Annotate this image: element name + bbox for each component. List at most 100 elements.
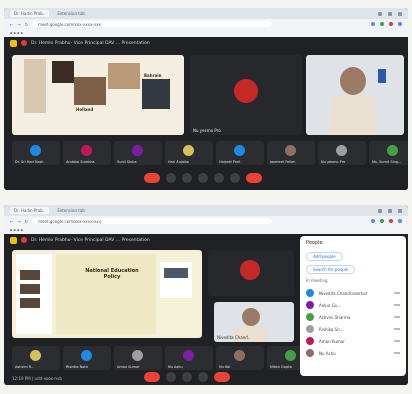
presentation-tile[interactable]: National Education Policy [12, 250, 202, 338]
mic-off-icon[interactable] [144, 372, 160, 382]
participant-tile[interactable]: Hari Anjaliw [165, 141, 213, 165]
meet-logo-icon [10, 236, 17, 244]
flag-decoration [378, 69, 386, 83]
forward-icon[interactable]: → [17, 22, 20, 27]
url-field[interactable]: meet.google.com/xxx-xxxx-xxx [32, 218, 273, 224]
panel-actions: Add people [300, 250, 406, 263]
panel-search: Search for people [300, 263, 406, 276]
participant-tile[interactable]: Rishika Nath [63, 346, 111, 370]
extension-icons[interactable] [371, 22, 402, 26]
browser-tab[interactable]: Extension tab [53, 10, 88, 17]
forward-icon[interactable]: → [17, 219, 20, 224]
participant-tile[interactable]: Nu yesmo Pro [318, 141, 366, 165]
meet-window: Dr. Hemlo Prabhu- Vice Principal DAV ...… [4, 234, 408, 385]
address-bar: ← → ↻ meet.google.com/xxx-xxxx-xxx [4, 19, 408, 29]
slide-label: Holland [76, 107, 94, 112]
participant-tile[interactable]: Ambika Surekha [63, 141, 111, 165]
end-call-button[interactable] [214, 372, 230, 382]
mic-off-icon[interactable] [144, 173, 160, 183]
meeting-clock: 12:19 PM | udd-xoox-nvb [12, 376, 62, 381]
slide-photo [164, 268, 188, 278]
slide-title: National Education Policy [85, 268, 139, 280]
speaker-body [330, 95, 376, 135]
participant-tile[interactable]: Sunil Sinha [114, 141, 162, 165]
list-item[interactable]: Ankur Gu... [306, 299, 400, 311]
list-item[interactable]: Rishika Sn... [306, 323, 400, 335]
speaker-video-tile[interactable] [306, 55, 404, 135]
browser-tab[interactable]: Extension tab [53, 207, 88, 214]
search-people-input[interactable]: Search for people [306, 265, 356, 274]
meeting-title: Dr. Hemlo Prabhu- Vice Principal DAV ...… [31, 40, 150, 46]
browser-tab[interactable]: Dr. Hadin Prab.. [10, 207, 50, 214]
participant-tile[interactable]: Jasmeet Fellen [267, 141, 315, 165]
slide-panel [16, 254, 52, 334]
more-icon[interactable] [230, 173, 240, 183]
people-panel: People Add people Search for people In m… [300, 236, 406, 376]
slide-thumb [20, 270, 40, 280]
avatar [234, 79, 258, 103]
browser-tab-bar: Dr. Hadin Prab.. Extension tab [4, 205, 408, 216]
participant-tile-center[interactable] [208, 250, 294, 296]
participant-name: Nu yesmo Pro [193, 128, 221, 133]
camera-icon[interactable] [166, 173, 176, 183]
meet-window: Dr. Hemlo Prabhu- Vice Principal DAV ...… [4, 37, 408, 190]
slide-thumb [20, 284, 40, 294]
screenshot-bottom: Dr. Hadin Prab.. Extension tab ← → ↻ mee… [4, 205, 408, 385]
slide-photo [108, 63, 140, 89]
captions-icon[interactable] [182, 372, 192, 382]
speaker-video-tile[interactable]: Nivedita Chand.. [214, 302, 294, 342]
reload-icon[interactable]: ↻ [25, 22, 28, 27]
participant-tile[interactable]: Ashvini R... [12, 346, 60, 370]
presentation-tile[interactable]: Holland Bahrain [12, 55, 184, 135]
slide-photo [52, 61, 74, 83]
participant-tile[interactable]: Nu Kal [216, 346, 264, 370]
add-people-button[interactable]: Add people [306, 252, 343, 261]
slide-photo [142, 79, 170, 109]
slide-label: Bahrain [144, 73, 162, 78]
browser-tab[interactable]: Dr. Hadin Prab.. [10, 10, 50, 17]
camera-icon[interactable] [166, 372, 176, 382]
bookmark-bar: ▪ ▪ ▪ ▪ [4, 29, 408, 37]
participant-tile[interactable]: Ms. Sumit Sing... [369, 141, 408, 165]
address-bar: ← → ↻ meet.google.com/xxx-xxxx-xxx [4, 216, 408, 226]
present-icon[interactable] [214, 173, 224, 183]
avatar [240, 260, 260, 280]
meet-logo-icon [10, 39, 17, 47]
browser-tab-bar: Dr. Hadin Prab.. Extension tab [4, 8, 408, 19]
window-controls[interactable] [378, 11, 402, 16]
slide-main [56, 254, 156, 334]
panel-section-label: In meeting [306, 278, 328, 283]
meeting-title: Dr. Hemlo Prabhu- Vice Principal DAV ...… [31, 237, 150, 243]
slide-thumb [24, 59, 46, 113]
list-item[interactable]: Aman Kumar [306, 335, 400, 347]
participant-strip: Ashvini R... Rishika Nath Aman Kumar Nu … [12, 346, 315, 370]
bookmark-bar: ▪ ▪ ▪ ▪ [4, 226, 408, 234]
speaker-name: Nivedita Chand.. [217, 335, 251, 340]
meeting-header: Dr. Hemlo Prabhu- Vice Principal DAV ...… [4, 37, 408, 49]
screenshot-top: Dr. Hadin Prab.. Extension tab ← → ↻ mee… [4, 8, 408, 190]
speaker-face [340, 67, 366, 95]
participant-tile-center[interactable]: Nu yesmo Pro [190, 55, 302, 135]
list-item[interactable]: Nu Ashu [306, 347, 400, 359]
participant-tile[interactable]: Nu Ashu [165, 346, 213, 370]
participant-tile[interactable]: Aman Kumar [114, 346, 162, 370]
present-icon[interactable] [198, 372, 208, 382]
participant-tile[interactable]: Dr. Sri Hari Kash [12, 141, 60, 165]
raise-hand-icon[interactable] [198, 173, 208, 183]
extension-icons[interactable] [371, 219, 402, 223]
recording-icon [21, 40, 27, 46]
list-item[interactable]: Ashvini Sharma [306, 311, 400, 323]
window-controls[interactable] [378, 208, 402, 213]
participant-tile[interactable]: Harjeet Prof. [216, 141, 264, 165]
list-item[interactable]: Nivedita Chandrasekhar [306, 287, 400, 299]
end-call-button[interactable] [246, 173, 262, 183]
slide-photo [74, 77, 106, 105]
recording-icon [21, 237, 27, 243]
slide-thumb [20, 298, 40, 308]
url-field[interactable]: meet.google.com/xxx-xxxx-xxx [32, 21, 273, 27]
back-icon[interactable]: ← [10, 219, 13, 224]
captions-icon[interactable] [182, 173, 192, 183]
reload-icon[interactable]: ↻ [25, 219, 28, 224]
panel-title: People [306, 240, 323, 246]
back-icon[interactable]: ← [10, 22, 13, 27]
